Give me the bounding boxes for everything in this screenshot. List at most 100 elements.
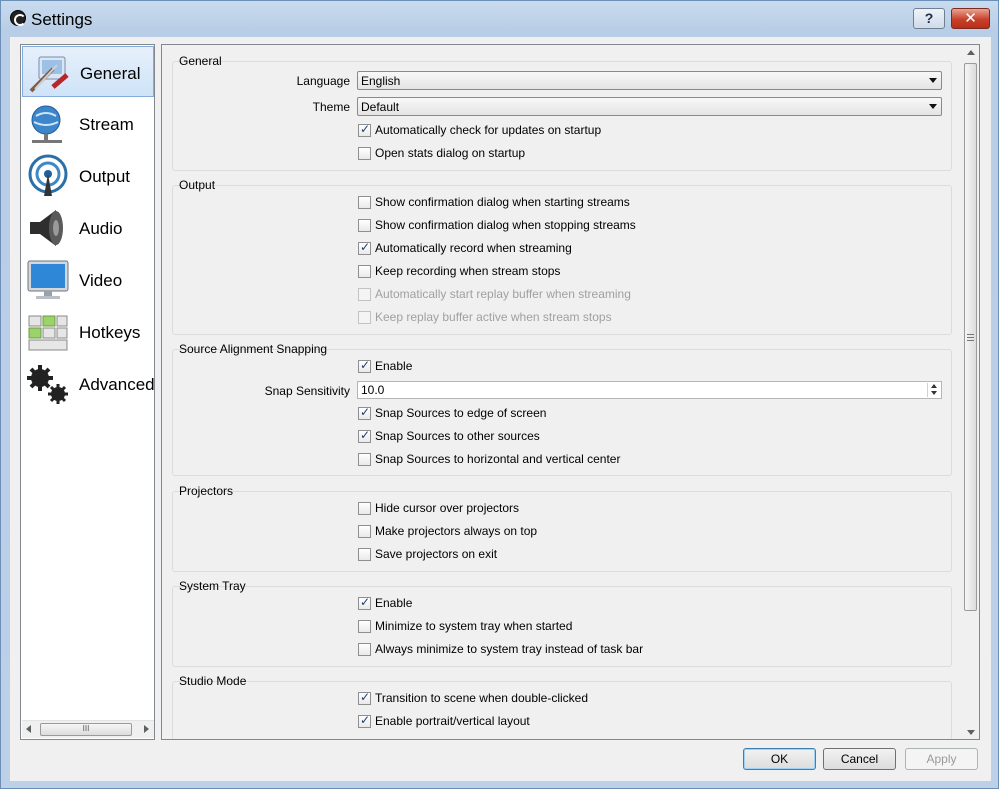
sidebar-item-hotkeys[interactable]: Hotkeys [22,306,154,357]
language-label: Language [296,74,350,88]
sidebar-item-advanced[interactable]: Advanced [22,358,155,409]
output-icon [28,154,68,196]
checkbox-box[interactable]: ✓ [358,713,371,728]
sidebar-item-label: Video [79,271,123,290]
hotkeys-icon [28,315,68,351]
sidebar-item-label: Advanced [79,375,155,394]
checkbox-box[interactable] [358,219,371,232]
group-studio-mode [172,681,952,739]
scroll-right-icon[interactable] [144,725,149,733]
language-value: English [361,74,401,88]
scroll-left-icon[interactable] [26,725,31,733]
settings-window: Settings ? ✕ General Stream Output Audio… [0,0,999,789]
group-projectors [172,491,952,572]
settings-category-list[interactable]: General Stream Output Audio Video Hotkey… [20,44,155,740]
checkbox-box[interactable] [358,620,371,633]
video-icon [27,260,69,299]
sidebar-item-general[interactable]: General [22,46,154,97]
grip-icon [967,334,974,341]
checkbox-label[interactable]: Open stats dialog on startup [375,146,525,160]
checkbox-label[interactable]: Make projectors always on top [375,524,537,538]
audio-icon [30,210,63,246]
cancel-button[interactable]: Cancel [823,748,896,770]
checkbox-label[interactable]: Enable portrait/vertical layout [375,714,530,728]
sidebar-item-stream[interactable]: Stream [22,98,154,149]
checkbox-label[interactable]: Automatically record when streaming [375,241,572,255]
checkbox-box[interactable]: ✓ [358,428,371,443]
increment-icon[interactable] [931,384,937,388]
scrollbar-thumb[interactable] [964,63,977,611]
checkbox-box[interactable] [358,525,371,538]
stream-icon [31,105,62,143]
checkbox-box[interactable]: ✓ [358,358,371,373]
checkbox-label[interactable]: Always minimize to system tray instead o… [375,642,643,656]
advanced-icon [27,365,68,404]
sidebar-item-label: Stream [79,115,134,134]
snap-sensitivity-value[interactable]: 10.0 [361,383,384,397]
checkbox-label[interactable]: Keep recording when stream stops [375,264,560,278]
theme-value: Default [361,100,400,114]
checkbox-label[interactable]: Snap Sources to horizontal and vertical … [375,452,620,466]
group-title: General [179,54,222,68]
group-title: System Tray [179,579,246,593]
checkbox-label[interactable]: Hide cursor over projectors [375,501,519,515]
sidebar-item-audio[interactable]: Audio [22,202,154,253]
scroll-up-icon[interactable] [967,50,975,55]
language-select[interactable]: English [357,71,942,90]
checkbox-box[interactable] [358,147,371,160]
checkbox-label: Keep replay buffer active when stream st… [375,310,612,324]
theme-select[interactable]: Default [357,97,942,116]
checkbox-label[interactable]: Show confirmation dialog when stopping s… [375,218,636,232]
title-bar[interactable]: Settings ? ✕ [1,1,998,37]
checkbox-label[interactable]: Save projectors on exit [375,547,497,561]
checkbox-box[interactable] [358,453,371,466]
help-button[interactable]: ? [913,8,945,29]
checkbox-box [358,311,371,324]
checkbox-box [358,288,371,301]
checkbox-box[interactable] [358,548,371,561]
sidebar-item-label: Hotkeys [79,323,141,342]
apply-button: Apply [905,748,978,770]
checkbox-label: Automatically start replay buffer when s… [375,287,631,301]
snap-sensitivity-input[interactable]: 10.0 [357,381,942,399]
checkbox-box[interactable]: ✓ [358,240,371,255]
checkbox-label[interactable]: Transition to scene when double-clicked [375,691,588,705]
sidebar-item-label: Output [79,167,131,186]
chevron-down-icon [929,78,937,83]
sidebar-item-output[interactable]: Output [22,150,154,201]
checkbox-box[interactable] [358,643,371,656]
spin-buttons[interactable] [927,383,940,397]
general-settings-panel: General Language English Theme Default ✓… [161,44,980,740]
checkbox-label[interactable]: Enable [375,596,412,610]
dialog-body: General Stream Output Audio Video Hotkey… [10,37,991,781]
checkbox-box[interactable] [358,196,371,209]
group-title: Output [179,178,216,192]
checkbox-box[interactable]: ✓ [358,595,371,610]
checkbox-label[interactable]: Show confirmation dialog when starting s… [375,195,630,209]
checkbox-box[interactable] [358,502,371,515]
sidebar-item-video[interactable]: Video [22,254,154,305]
checkbox-box[interactable]: ✓ [358,122,371,137]
checkbox-label[interactable]: Automatically check for updates on start… [375,123,601,137]
checkbox-box[interactable] [358,265,371,278]
window-title: Settings [31,10,93,29]
scrollbar-thumb[interactable]: III [40,723,132,736]
checkbox-label[interactable]: Snap Sources to edge of screen [375,406,546,420]
group-title: Studio Mode [179,674,247,688]
general-icon [29,56,69,93]
checkbox-box[interactable]: ✓ [358,690,371,705]
checkbox-label[interactable]: Minimize to system tray when started [375,619,572,633]
sidebar-item-label: General [80,64,141,83]
chevron-down-icon [929,104,937,109]
scroll-down-icon[interactable] [967,730,975,735]
checkbox-box[interactable]: ✓ [358,405,371,420]
sidebar-item-label: Audio [79,219,123,238]
checkbox-label[interactable]: Snap Sources to other sources [375,429,540,443]
checkbox-label[interactable]: Enable [375,359,412,373]
snap-sensitivity-label: Snap Sensitivity [264,384,350,398]
vertical-scrollbar[interactable] [962,45,979,739]
decrement-icon[interactable] [931,391,937,395]
sidebar-horizontal-scrollbar[interactable]: III [22,720,154,738]
close-button[interactable]: ✕ [951,8,990,29]
ok-button[interactable]: OK [743,748,816,770]
